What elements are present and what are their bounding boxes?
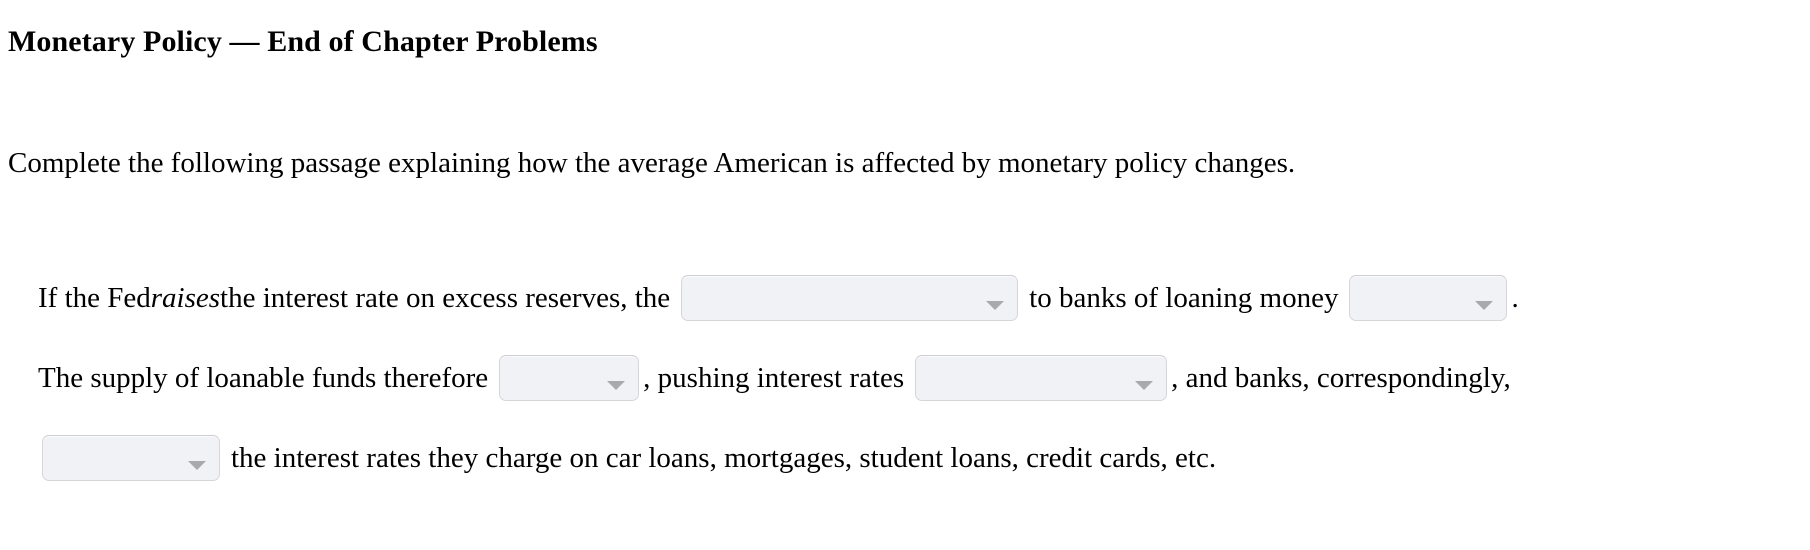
interest-direction-select[interactable] [915,355,1168,402]
line1-text-d: . [1511,282,1519,315]
rises-falls-select-value [1360,276,1472,320]
line2-text-a: The supply of loanable funds therefore [38,362,489,395]
chevron-down-icon [986,301,1005,311]
line2-text-c: , and banks, correspondingly, [1171,362,1511,395]
chevron-down-icon [188,461,206,471]
chevron-down-icon [1135,381,1154,391]
instruction-text: Complete the following passage explainin… [8,147,1296,179]
supply-change-select[interactable] [499,355,640,402]
page-title: Monetary Policy — End of Chapter Problem… [8,25,598,59]
supply-change-select-value [510,356,604,400]
cost-benefit-select[interactable] [681,275,1019,322]
bank-rate-action-select[interactable] [42,435,220,482]
chevron-down-icon [1475,301,1494,311]
chevron-down-icon [607,381,626,391]
cost-benefit-select-value [692,276,983,320]
interest-direction-select-value [926,356,1132,400]
passage-line-2: The supply of loanable funds therefore ,… [38,336,1798,416]
passage-line-3: the interest rates they charge on car lo… [38,416,1798,496]
line3-text-a: the interest rates they charge on car lo… [231,442,1217,475]
line2-text-b: , pushing interest rates [643,362,905,395]
line1-text-c: to banks of loaning money [1029,282,1339,315]
line1-text-b: the interest rate on excess reserves, th… [220,282,671,315]
problem-page: Monetary Policy — End of Chapter Problem… [0,0,1810,550]
fill-in-passage: If the Fed raises the interest rate on e… [38,256,1798,496]
bank-rate-action-select-value [53,436,185,480]
rises-falls-select[interactable] [1349,275,1508,322]
passage-line-1: If the Fed raises the interest rate on e… [38,256,1798,336]
line1-emphasis: raises [150,282,221,315]
line1-text-a: If the Fed [38,282,151,315]
